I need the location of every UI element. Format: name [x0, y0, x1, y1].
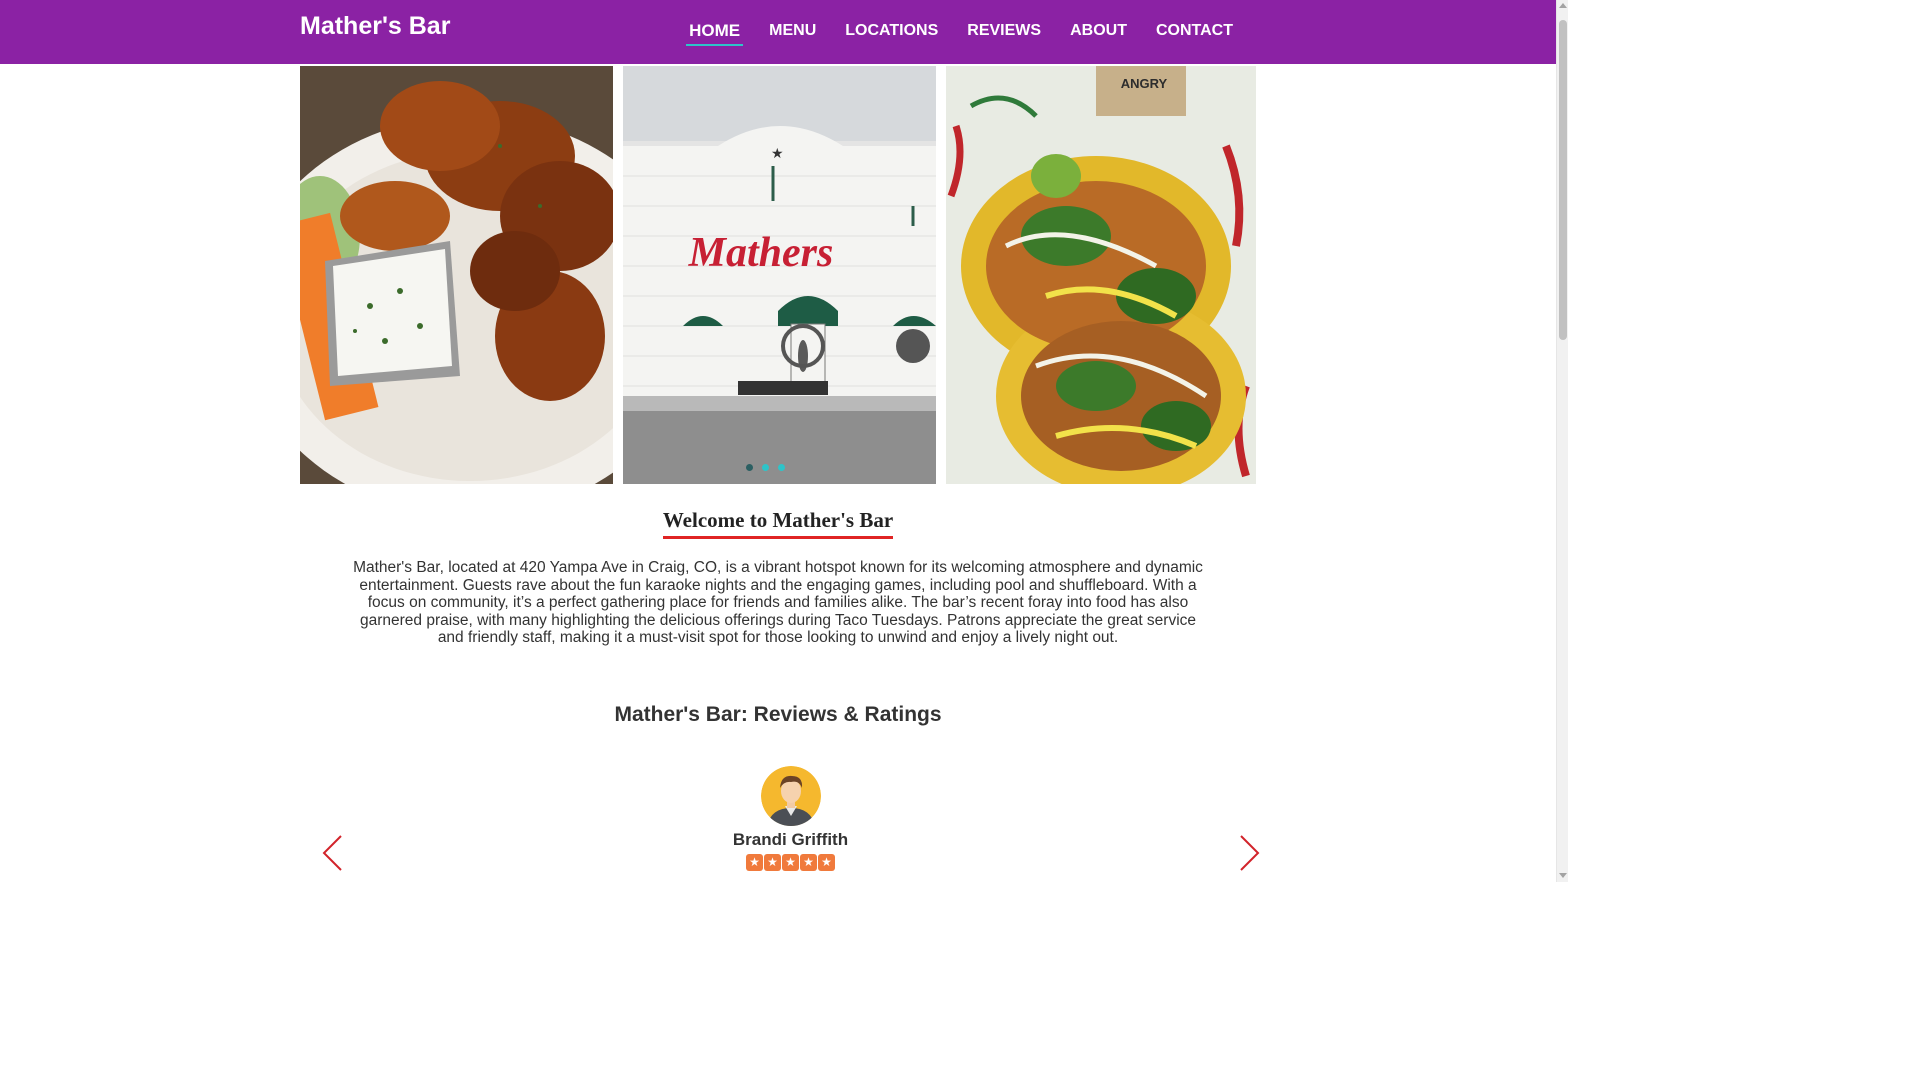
carousel-dot-2[interactable] [762, 464, 769, 471]
scroll-up-arrow-icon[interactable] [1559, 3, 1567, 8]
star-icon: ★ [818, 854, 835, 871]
site-header: Mather's Bar HOME MENU LOCATIONS REVIEWS… [0, 0, 1556, 64]
user-avatar-icon [761, 766, 821, 826]
nav-contact[interactable]: CONTACT [1153, 20, 1236, 44]
carousel-dot-1[interactable] [746, 464, 753, 471]
storefront-sign: Mathers [688, 230, 834, 276]
nav-locations[interactable]: LOCATIONS [842, 20, 941, 44]
scroll-thumb[interactable] [1559, 20, 1567, 340]
photo-carousel: ★ Mathers ANGRY [300, 66, 1256, 484]
star-icon: ★ [764, 854, 781, 871]
star-icon: ★ [746, 854, 763, 871]
nav-home[interactable]: HOME [686, 19, 744, 46]
reviews-heading: Mather's Bar: Reviews & Ratings [614, 703, 942, 726]
svg-text:ANGRY: ANGRY [1121, 76, 1168, 91]
brand-logo[interactable]: Mather's Bar [300, 12, 450, 41]
welcome-heading: Welcome to Mather's Bar [0, 508, 1556, 539]
carousel-dots [746, 464, 785, 471]
nav-menu[interactable]: MENU [766, 20, 819, 44]
reviewer-avatar [761, 766, 821, 826]
reviewer-name: Brandi Griffith [732, 830, 849, 849]
welcome-description: Mather's Bar, located at 420 Yampa Ave i… [353, 559, 1203, 647]
main-nav: HOME MENU LOCATIONS REVIEWS ABOUT CONTAC… [663, 0, 1236, 64]
nav-about[interactable]: ABOUT [1067, 20, 1130, 44]
carousel-dot-3[interactable] [778, 464, 785, 471]
page-scrollbar[interactable] [1556, 0, 1568, 882]
rating-stars: ★ ★ ★ ★ ★ [746, 854, 835, 871]
svg-text:★: ★ [771, 146, 784, 162]
star-icon: ★ [800, 854, 817, 871]
chicken-wings-photo[interactable] [300, 66, 613, 484]
nav-reviews[interactable]: REVIEWS [964, 20, 1044, 44]
star-icon: ★ [782, 854, 799, 871]
tacos-photo[interactable]: ANGRY [946, 66, 1256, 484]
scroll-down-arrow-icon[interactable] [1559, 873, 1567, 878]
storefront-photo[interactable]: ★ Mathers [623, 66, 936, 484]
welcome-title: Welcome to Mather's Bar [662, 508, 894, 539]
